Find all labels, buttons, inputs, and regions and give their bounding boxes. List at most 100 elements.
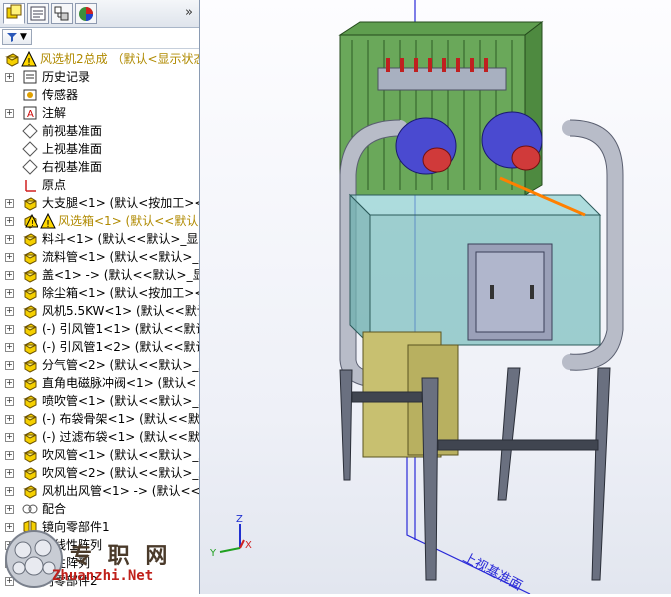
tree-item-label: 喷吹管<1> (默认<<默认>_显 [42,394,199,408]
x-axis-label: X [245,540,252,551]
graphics-viewport[interactable]: 上视基准面 Z Y X [200,0,671,595]
axis-triad: Z Y X [209,514,252,559]
plane-icon [22,123,38,139]
tree-item[interactable]: + 盖<1> -> (默认<<默认>_显 [0,266,199,284]
tree-item-label: 风机出风管<1> -> (默认<< [42,484,199,498]
tree-item-label: 风选箱<1> (默认<<默认 [58,214,199,228]
feature-manager-tab[interactable] [3,3,25,24]
tree-root-assembly[interactable]: ! 风选机2总成 （默认<显示状态 [0,50,199,68]
tree-item-label: 配合 [42,502,67,516]
expand-panel-button[interactable]: » [185,5,193,20]
part-icon [23,431,37,445]
tree-item[interactable]: + (-) 引风管1<1> (默认<<默认 [0,320,199,338]
part-icon [23,251,37,265]
tree-item[interactable]: + 直角电磁脉冲阀<1> (默认< [0,374,199,392]
tree-expand-toggle[interactable]: + [5,469,14,478]
tree-item-label: 注解 [42,106,67,120]
part-icon [23,377,37,391]
part-icon [23,359,37,373]
tree-item-label: 传感器 [42,88,79,102]
tree-item[interactable]: + 料斗<1> (默认<<默认>_显示 [0,230,199,248]
tree-expand-toggle[interactable]: + [5,289,14,298]
filter-button[interactable]: ▼ [2,29,32,45]
tree-item-label: 吹风管<1> (默认<<默认>_显 [42,448,199,462]
property-manager-tab[interactable] [27,3,49,24]
tree-item[interactable]: + 吹风管<1> (默认<<默认>_显 [0,446,199,464]
svg-text:!: ! [27,57,31,67]
tree-item-label: 直角电磁脉冲阀<1> (默认< [42,376,197,390]
filter-dropdown-icon: ▼ [20,32,27,42]
svg-text:!: ! [31,219,34,228]
configuration-manager-tab[interactable] [51,3,73,24]
tree-item[interactable]: + 流料管<1> (默认<<默认>_显 [0,248,199,266]
tree-item[interactable]: + 喷吹管<1> (默认<<默认>_显 [0,392,199,410]
tree-item[interactable]: +!! 风选箱<1> (默认<<默认 [0,212,199,230]
tree-expand-toggle[interactable]: + [5,505,14,514]
tree-expand-toggle[interactable]: + [5,361,14,370]
mates-icon [22,504,38,514]
tree-item[interactable]: + 大支腿<1> (默认<按加工>< [0,194,199,212]
part-icon [23,323,37,337]
tree-item-label: 分气管<2> (默认<<默认>_显 [42,358,199,372]
tree-item[interactable]: + 分气管<2> (默认<<默认>_显 [0,356,199,374]
configuration-icon [54,6,69,21]
tree-item[interactable]: 传感器 [0,86,199,104]
tree-item[interactable]: + 配合 [0,500,199,518]
tree-item[interactable]: + 除尘箱<1> (默认<按加工>< [0,284,199,302]
warning-part-icon: ! [24,213,38,229]
tree-item[interactable]: 原点 [0,176,199,194]
tree-item[interactable]: 上视基准面 [0,140,199,158]
tree-root-label: 风选机2总成 （默认<显示状态 [40,52,199,66]
tree-item[interactable]: + 风机5.5KW<1> (默认<<默认 [0,302,199,320]
model-3d-view: 上视基准面 Z Y X [209,0,624,595]
tree-expand-toggle[interactable]: + [5,73,14,82]
tree-expand-toggle[interactable]: + [5,217,14,226]
svg-text:A: A [27,109,34,120]
tree-item[interactable]: + (-) 引风管1<2> (默认<<默认 [0,338,199,356]
tree-item[interactable]: 右视基准面 [0,158,199,176]
tree-expand-toggle[interactable]: + [5,397,14,406]
part-icon [23,485,37,499]
tree-expand-toggle[interactable]: + [5,199,14,208]
tree-expand-toggle[interactable]: + [5,343,14,352]
tree-expand-toggle[interactable]: + [5,379,14,388]
svg-text:!: ! [46,219,50,229]
funnel-icon [7,33,17,42]
watermark-text: 专 职 网 [70,543,172,569]
tree-item[interactable]: + 风机出风管<1> -> (默认<< [0,482,199,500]
tree-item[interactable]: + 历史记录 [0,68,199,86]
tree-item[interactable]: + 吹风管<2> (默认<<默认>_显 [0,464,199,482]
tree-item-label: (-) 过滤布袋<1> (默认<<默 [42,430,199,444]
tree-expand-toggle[interactable]: + [5,325,14,334]
plane-icon [22,159,38,175]
display-manager-tab[interactable] [75,3,97,24]
tree-expand-toggle[interactable]: + [5,307,14,316]
tree-item[interactable]: 前视基准面 [0,122,199,140]
part-icon [23,413,37,427]
z-axis-label: Z [236,514,243,525]
warning-icon: ! [21,51,37,67]
tree-expand-toggle[interactable]: + [5,235,14,244]
top-plane-label: 上视基准面 [460,550,524,594]
tree-item-label: 大支腿<1> (默认<按加工>< [42,196,199,210]
tree-item[interactable]: + A 注解 [0,104,199,122]
blower-left [395,117,457,175]
part-icon [23,305,37,319]
part-icon [23,449,37,463]
tree-item-label: 前视基准面 [42,124,103,138]
tree-expand-toggle[interactable]: + [5,415,14,424]
tree-item-label: 盖<1> -> (默认<<默认>_显 [42,268,199,282]
tree-item-label: 除尘箱<1> (默认<按加工>< [42,286,199,300]
tree-expand-toggle[interactable]: + [5,253,14,262]
annotation-icon: A [23,106,37,120]
tree-item[interactable]: + (-) 过滤布袋<1> (默认<<默 [0,428,199,446]
tree-expand-toggle[interactable]: + [5,451,14,460]
tree-expand-toggle[interactable]: + [5,271,14,280]
tree-expand-toggle[interactable]: + [5,487,14,496]
tree-item-label: 上视基准面 [42,142,103,156]
tree-item[interactable]: + (-) 布袋骨架<1> (默认<<默 [0,410,199,428]
tree-expand-toggle[interactable]: + [5,109,14,118]
tree-item-label: 历史记录 [42,70,91,84]
tree-expand-toggle[interactable]: + [5,433,14,442]
sensor-icon [23,89,37,101]
